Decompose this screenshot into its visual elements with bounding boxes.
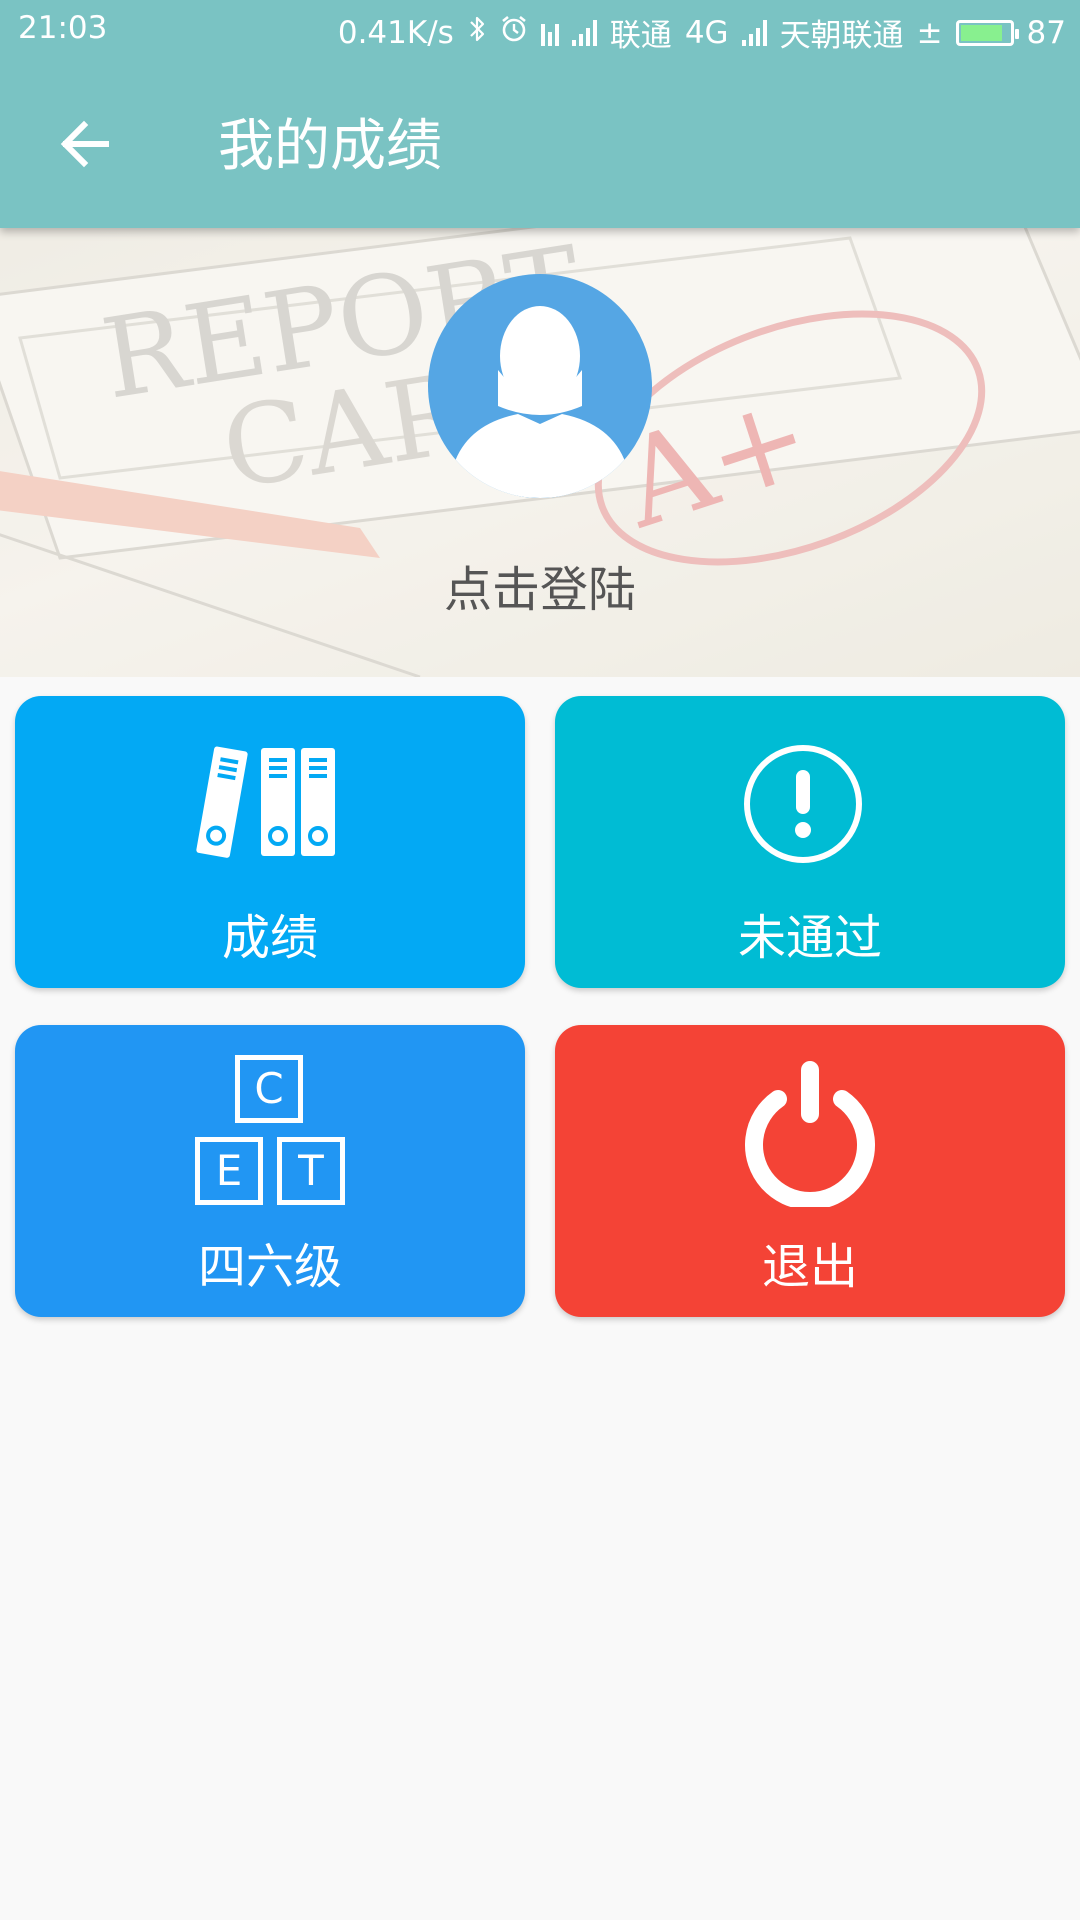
charging-symbol: ±	[916, 14, 943, 51]
carrier-label-1: 联通	[609, 18, 672, 54]
scores-tile-label: 成绩	[221, 910, 318, 966]
logout-tile-label: 退出	[761, 1239, 858, 1295]
network-type: 4G	[684, 14, 729, 51]
status-indicators: 0.41K/s 联通 4G 天朝联通 ± 87	[338, 10, 1066, 55]
signal-strength-icon-2	[741, 19, 767, 46]
cet-tile[interactable]: C E T 四六级	[15, 1025, 525, 1317]
top-app-bar: 21:03 0.41K/s 联通 4G 天朝联通 ± 87 我的成绩	[0, 0, 1080, 228]
network-speed: 0.41K/s	[337, 14, 454, 51]
binders-icon	[196, 746, 335, 858]
cet-blocks-icon: C E T	[195, 1055, 345, 1205]
arrow-left-icon	[60, 120, 109, 168]
login-prompt[interactable]: 点击登陆	[0, 550, 1080, 620]
profile-header: REPORT CARD A+ 点击登陆	[0, 228, 1080, 677]
failed-tile[interactable]: 未通过	[555, 696, 1065, 988]
battery-icon	[955, 19, 1019, 46]
alarm-icon	[500, 15, 528, 51]
cet-letter-t: T	[277, 1137, 345, 1205]
page-title: 我的成绩	[218, 114, 442, 179]
battery-level: 87	[1026, 14, 1066, 51]
cet-letter-e: E	[195, 1137, 263, 1205]
logout-tile[interactable]: 退出	[555, 1025, 1065, 1317]
cet-letter-c: C	[235, 1055, 303, 1123]
exclamation-circle-icon	[744, 745, 862, 863]
failed-tile-label: 未通过	[737, 910, 882, 966]
scores-tile[interactable]: 成绩	[15, 696, 525, 988]
user-silhouette-icon	[454, 306, 626, 498]
status-bar: 21:03 0.41K/s 联通 4G 天朝联通 ± 87	[0, 0, 1080, 60]
carrier-label-2: 天朝联通	[779, 18, 904, 54]
vibrate-signal-icon	[540, 20, 559, 46]
avatar[interactable]	[428, 274, 652, 498]
cet-tile-label: 四六级	[197, 1239, 342, 1295]
signal-strength-icon	[571, 19, 597, 46]
status-time: 21:03	[18, 10, 108, 46]
back-button[interactable]	[48, 108, 120, 180]
power-icon	[745, 1061, 875, 1207]
bluetooth-icon	[467, 15, 487, 50]
